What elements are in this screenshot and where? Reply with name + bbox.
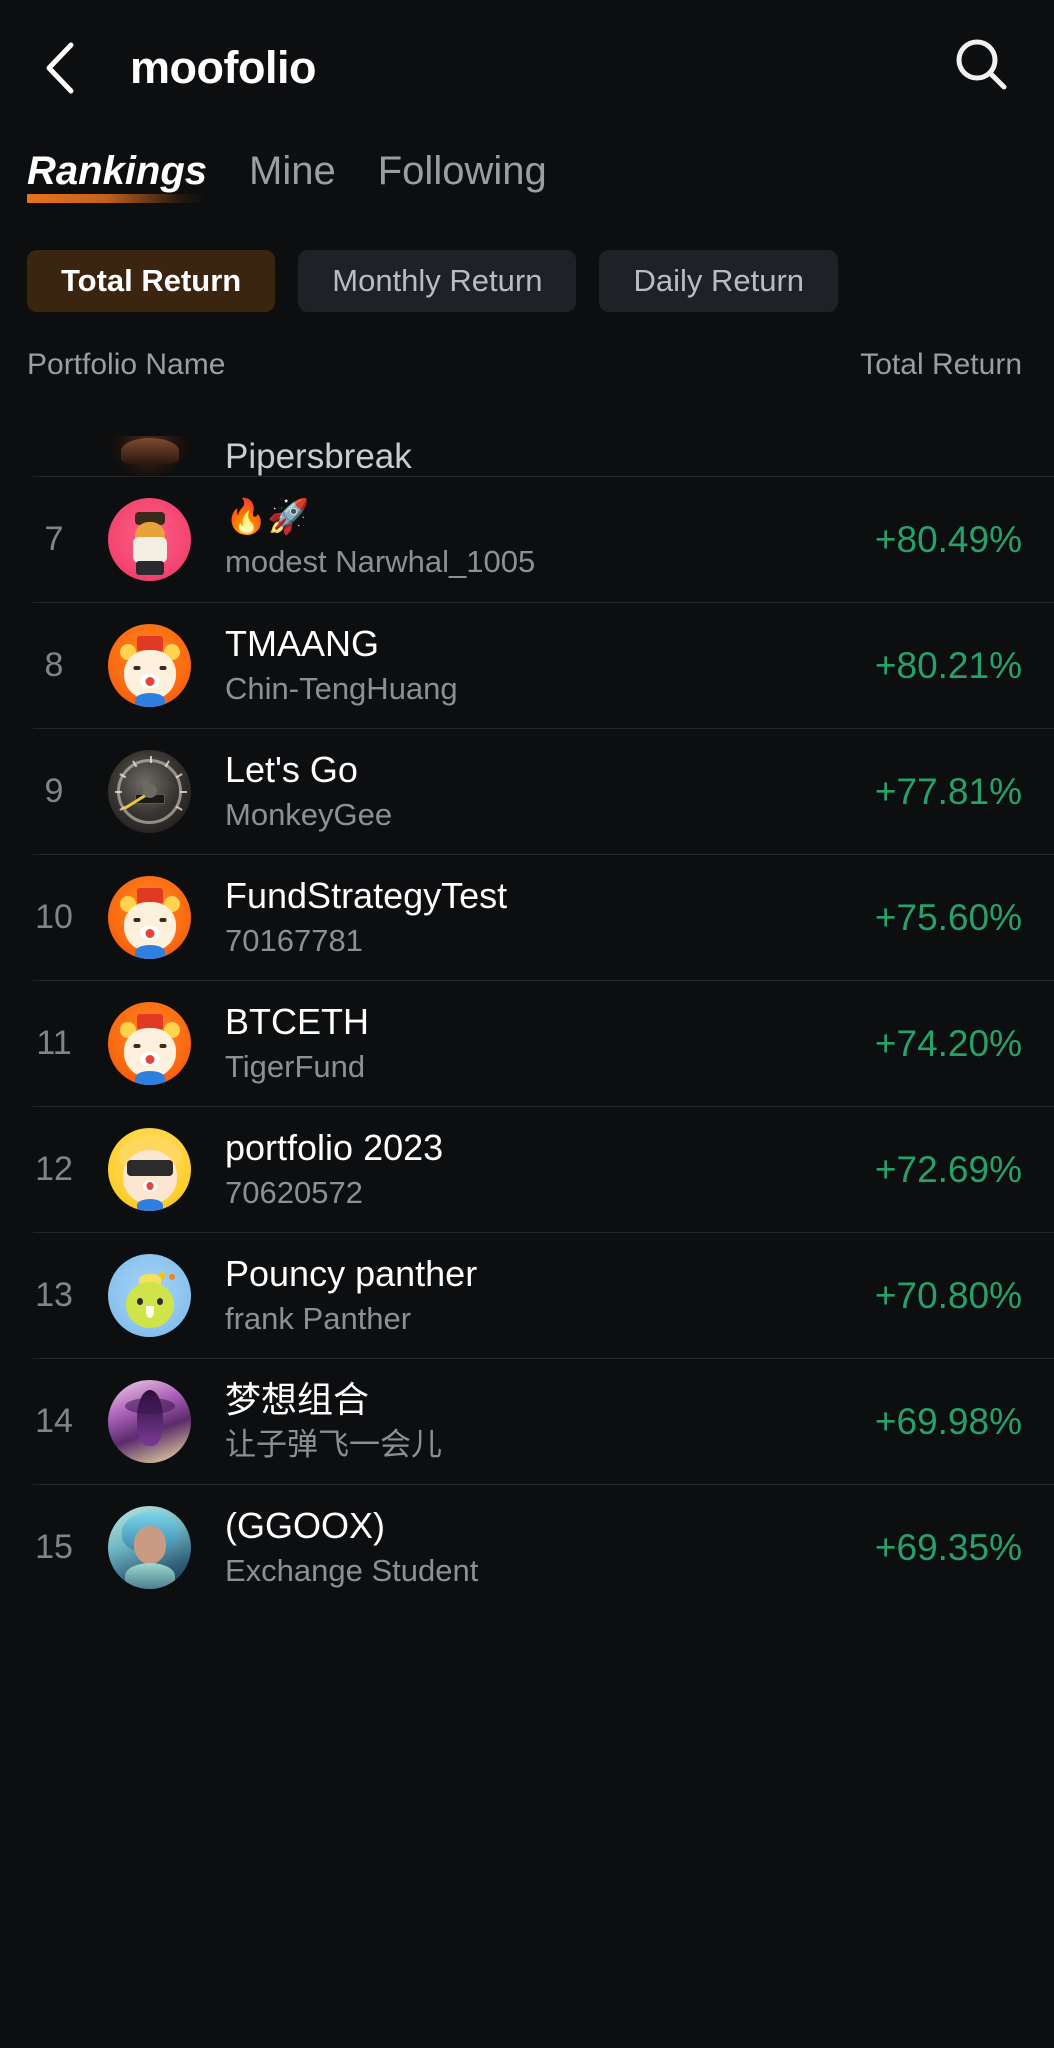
tab-bar: Rankings Mine Following <box>0 135 1054 203</box>
avatar <box>108 623 191 707</box>
table-row[interactable]: 15 (GGOOX) Exchange Student +69.35% <box>0 1484 1054 1610</box>
avatar <box>108 1379 191 1463</box>
return-value: +75.60% <box>874 896 1022 938</box>
portfolio-name: 🔥🚀 <box>225 497 310 536</box>
search-button[interactable] <box>948 35 1014 101</box>
table-row[interactable]: 9 Let's Go MonkeyGee +77.81% <box>0 728 1054 854</box>
avatar <box>108 875 191 959</box>
portfolio-name: FundStrategyTest <box>225 874 508 916</box>
user-name: TigerFund <box>225 1048 366 1084</box>
portfolio-name: Pouncy panther <box>225 1252 478 1294</box>
row-names: (GGOOX) Exchange Student <box>225 1507 875 1587</box>
avatar <box>108 1505 191 1589</box>
portfolio-name: TMAANG <box>225 622 380 664</box>
row-names: FundStrategyTest 70167781 <box>225 877 875 957</box>
row-names: Pipersbreak <box>225 437 1022 477</box>
rank-number: 9 <box>44 772 64 810</box>
table-row[interactable]: 14 梦想组合 让子弹飞一会儿 +69.98% <box>0 1358 1054 1484</box>
column-header-portfolio-name: Portfolio Name <box>27 348 226 381</box>
tab-mine[interactable]: Mine <box>249 151 336 203</box>
rank-number: 7 <box>44 520 64 558</box>
ranking-list[interactable]: Pipersbreak 7 🔥🚀 modest Narwhal_1005 +80… <box>0 404 1054 1610</box>
tab-following[interactable]: Following <box>378 151 547 203</box>
rank-number: 13 <box>35 1276 73 1314</box>
avatar <box>108 1127 191 1211</box>
filter-chip-group: Total Return Monthly Return Daily Return <box>0 203 1054 312</box>
rank-number: 10 <box>35 898 73 936</box>
portfolio-name: Pipersbreak <box>225 437 412 477</box>
column-header-total-return: Total Return <box>860 348 1022 381</box>
back-button[interactable] <box>30 37 92 99</box>
chevron-left-icon <box>41 40 81 96</box>
table-row[interactable]: 8 TMAANG Chin-TengHuang +80.21% <box>0 602 1054 728</box>
user-name: Chin-TengHuang <box>225 670 458 706</box>
table-row[interactable]: Pipersbreak <box>0 404 1054 476</box>
row-names: Let's Go MonkeyGee <box>225 751 875 831</box>
avatar <box>108 749 191 833</box>
portfolio-name: 梦想组合 <box>225 1378 370 1420</box>
return-value: +70.80% <box>874 1274 1022 1316</box>
rank-number: 14 <box>35 1402 73 1440</box>
row-names: BTCETH TigerFund <box>225 1003 875 1083</box>
chip-monthly-return-label: Monthly Return <box>332 263 543 298</box>
chip-daily-return-label: Daily Return <box>633 263 805 298</box>
return-value: +69.98% <box>874 1400 1022 1442</box>
portfolio-name: portfolio 2023 <box>225 1126 444 1168</box>
tab-rankings[interactable]: Rankings <box>27 151 207 203</box>
rank-number: 15 <box>35 1528 73 1566</box>
app-screen: moofolio Rankings Mine Following Total R… <box>0 0 1054 2048</box>
portfolio-name: Let's Go <box>225 748 358 790</box>
return-value: +77.81% <box>874 770 1022 812</box>
table-row[interactable]: 7 🔥🚀 modest Narwhal_1005 +80.49% <box>0 476 1054 602</box>
return-value: +74.20% <box>874 1022 1022 1064</box>
rank-number: 11 <box>36 1024 72 1062</box>
search-icon <box>950 34 1012 101</box>
column-header-row: Portfolio Name Total Return <box>0 312 1054 380</box>
user-name: Exchange Student <box>225 1552 479 1588</box>
rank-number: 8 <box>44 646 64 684</box>
row-names: 🔥🚀 modest Narwhal_1005 <box>225 497 875 579</box>
portfolio-name: BTCETH <box>225 1000 369 1042</box>
avatar <box>108 436 191 476</box>
user-name: MonkeyGee <box>225 796 393 832</box>
return-value: +80.49% <box>874 518 1022 560</box>
user-name: 70167781 <box>225 922 363 958</box>
tab-rankings-label: Rankings <box>27 149 208 193</box>
chip-daily-return[interactable]: Daily Return <box>599 250 839 312</box>
user-name: modest Narwhal_1005 <box>225 543 536 579</box>
table-row[interactable]: 10 FundStrategyTest 70167781 +75.60% <box>0 854 1054 980</box>
row-names: TMAANG Chin-TengHuang <box>225 625 875 705</box>
chip-total-return[interactable]: Total Return <box>27 250 276 312</box>
chip-total-return-label: Total Return <box>61 263 242 298</box>
return-value: +72.69% <box>874 1148 1022 1190</box>
top-bar: moofolio <box>0 0 1054 135</box>
portfolio-name: (GGOOX) <box>225 1504 385 1546</box>
avatar <box>108 1001 191 1085</box>
avatar <box>108 497 191 581</box>
rank-number: 12 <box>35 1150 73 1188</box>
avatar <box>108 1253 191 1337</box>
table-row[interactable]: 12 portfolio 2023 70620572 +72.69% <box>0 1106 1054 1232</box>
return-value: +80.21% <box>874 644 1022 686</box>
page-title: moofolio <box>130 42 316 93</box>
chip-monthly-return[interactable]: Monthly Return <box>298 250 577 312</box>
return-value: +69.35% <box>874 1526 1022 1568</box>
table-row[interactable]: 11 BTCETH TigerFund +74.20% <box>0 980 1054 1106</box>
user-name: 让子弹飞一会儿 <box>225 1426 442 1462</box>
tab-mine-label: Mine <box>249 149 336 193</box>
user-name: frank Panther <box>225 1300 412 1336</box>
row-names: 梦想组合 让子弹飞一会儿 <box>225 1381 875 1461</box>
table-row[interactable]: 13 Pouncy panther frank Panther +70.80% <box>0 1232 1054 1358</box>
tab-following-label: Following <box>377 149 547 193</box>
row-names: Pouncy panther frank Panther <box>225 1255 875 1335</box>
row-names: portfolio 2023 70620572 <box>225 1129 875 1209</box>
user-name: 70620572 <box>225 1174 363 1210</box>
